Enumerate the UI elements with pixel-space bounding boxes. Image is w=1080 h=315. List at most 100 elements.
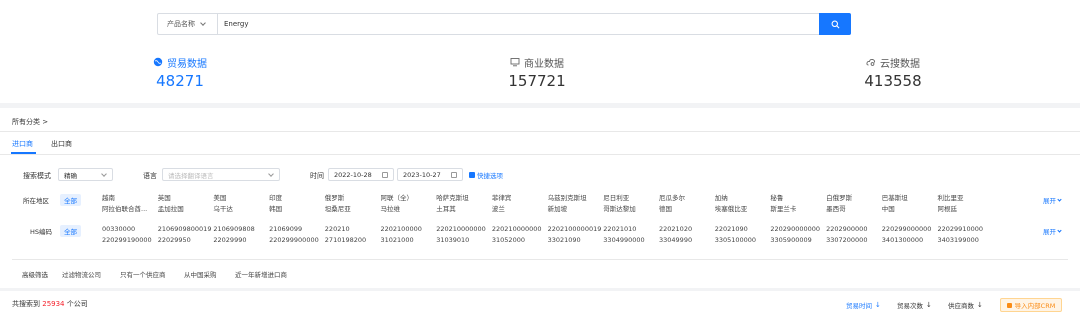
hs-item-line: 220299900000 <box>269 236 319 244</box>
region-item[interactable]: 俄罗斯 坦桑尼亚 <box>325 193 351 215</box>
region-item-line: 中国 <box>881 205 895 213</box>
hs-item-line: 22021020 <box>659 225 693 233</box>
region-item-line: 厄瓜多尔 <box>659 194 685 202</box>
region-item-line: 菲律宾 <box>491 194 512 202</box>
hs-item-line: 33021090 <box>547 236 581 244</box>
region-item-line: 马拉维 <box>380 205 401 213</box>
region-item-line: 孟加拉国 <box>157 205 184 213</box>
divider <box>12 259 1068 260</box>
stat-cloud-search-data[interactable]: 云搜数据 413558 <box>813 54 973 91</box>
search-button[interactable] <box>819 13 851 35</box>
chevron-down-icon <box>101 171 107 177</box>
hs-item[interactable]: 2106909800019 22029950 <box>158 224 212 246</box>
sort-supplier-count[interactable]: 供应商数 ↓ <box>948 300 983 310</box>
import-crm-button[interactable]: 导入内部CRM <box>1000 298 1062 312</box>
region-expand-button[interactable]: 展开 <box>1043 195 1062 205</box>
region-item[interactable]: 白俄罗斯 墨西哥 <box>826 193 852 215</box>
tab-importers[interactable]: 进口商 <box>12 139 33 149</box>
hs-item[interactable]: 220210000000 31039010 <box>436 224 486 246</box>
search-mode-label: 搜索模式 <box>23 172 51 180</box>
hs-item[interactable]: 2202900000 3307200000 <box>826 224 867 246</box>
hs-item-line: 220210000000 <box>436 225 486 233</box>
advanced-filter-label: 高级筛选 <box>22 271 48 279</box>
region-item[interactable]: 阿联（全） 马拉维 <box>381 193 414 215</box>
sort-label: 供应商数 <box>948 302 974 310</box>
region-item-line: 阿联（全） <box>380 194 414 202</box>
region-item-line: 乌兹别克斯坦 <box>547 194 587 202</box>
region-item-line: 斯里兰卡 <box>770 205 797 213</box>
search-field-select[interactable]: 产品名称 <box>158 14 218 34</box>
hs-item[interactable]: 22021020 33049990 <box>659 224 692 246</box>
region-item[interactable]: 厄瓜多尔 德国 <box>659 193 685 215</box>
region-item-line: 加纳 <box>714 194 728 202</box>
search-mode-select[interactable]: 精确 <box>58 168 113 181</box>
monitor-icon <box>510 58 520 67</box>
region-item[interactable]: 越南 阿拉伯联合酋... <box>102 193 147 215</box>
hs-item[interactable]: 22021090 3305100000 <box>715 224 756 246</box>
hs-item-line: 22029910000 <box>937 225 984 233</box>
hs-item-line: 31039010 <box>436 236 470 244</box>
sort-trade-time[interactable]: 贸易时间 ↓ <box>846 300 881 310</box>
region-item-line: 德国 <box>659 205 672 213</box>
hs-item-line: 22029950 <box>157 236 191 244</box>
date-to-input[interactable]: 2023-10-27 <box>397 168 463 181</box>
hs-item[interactable]: 22021010 3304990000 <box>603 224 644 246</box>
hs-item[interactable]: 220210000000 31052000 <box>492 224 542 246</box>
stat-business-data[interactable]: 商业数据 157721 <box>457 54 617 90</box>
region-item[interactable]: 印度 韩国 <box>269 193 282 215</box>
region-item[interactable]: 美国 乌干达 <box>213 193 233 215</box>
divider <box>0 131 1080 132</box>
filter-logistics[interactable]: 过滤物流公司 <box>62 269 101 279</box>
language-select[interactable]: 请选择翻译语言 <box>162 168 280 181</box>
filter-from-china[interactable]: 从中国采购 <box>184 269 217 279</box>
hs-item[interactable]: 21069099 220299900000 <box>269 224 319 246</box>
region-item-line: 巴基斯坦 <box>881 194 908 202</box>
region-item[interactable]: 菲律宾 波兰 <box>492 193 512 215</box>
hs-item[interactable]: 2202100000 31021000 <box>381 224 422 246</box>
expand-label: 展开 <box>1043 228 1056 236</box>
filter-single-supplier[interactable]: 只有一个供应商 <box>120 269 166 279</box>
hs-item-line: 22029990 <box>213 236 247 244</box>
hs-item[interactable]: 220210 2710198200 <box>325 224 366 246</box>
region-item[interactable]: 英国 孟加拉国 <box>158 193 184 215</box>
hs-item-line: 220299190000 <box>102 236 152 244</box>
quick-options-label: 快捷选项 <box>477 172 503 180</box>
region-item-line: 英国 <box>157 194 171 202</box>
category-breadcrumb[interactable]: 所有分类 > <box>12 117 48 127</box>
hs-item[interactable]: 2106909808 22029990 <box>213 224 254 246</box>
hs-item[interactable]: 00330000 220299190000 <box>102 224 152 246</box>
hs-item[interactable]: 220299000000 3401300000 <box>882 224 932 246</box>
category-label: 所有分类 <box>12 118 40 126</box>
region-item[interactable]: 秘鲁 斯里兰卡 <box>770 193 796 215</box>
region-item[interactable]: 加纳 埃塞俄比亚 <box>715 193 748 215</box>
search-input[interactable] <box>220 14 818 34</box>
region-item[interactable]: 乌兹别克斯坦 新加坡 <box>548 193 587 215</box>
hs-item-line: 2106909800019 <box>157 225 212 233</box>
region-all-tag[interactable]: 全部 <box>60 194 81 206</box>
hs-item[interactable]: 220290000000 3305900009 <box>770 224 820 246</box>
region-item-line: 土耳其 <box>436 205 456 213</box>
region-item[interactable]: 哈萨克斯坦 土耳其 <box>436 193 469 215</box>
results-suffix: 个公司 <box>66 300 88 308</box>
tab-exporters[interactable]: 出口商 <box>51 139 72 149</box>
region-item[interactable]: 利比里亚 阿根廷 <box>938 193 964 215</box>
region-item[interactable]: 尼日利亚 哥斯达黎加 <box>603 193 636 215</box>
hs-item[interactable]: 22029910000 3403199000 <box>938 224 984 246</box>
hs-expand-button[interactable]: 展开 <box>1043 226 1062 236</box>
region-item-line: 墨西哥 <box>826 205 846 213</box>
sort-trade-count[interactable]: 贸易次数 ↓ <box>897 300 932 310</box>
language-placeholder: 请选择翻译语言 <box>168 171 214 180</box>
hs-item-line: 2202100000019 <box>547 225 602 233</box>
filter-new-importers[interactable]: 近一年新增进口商 <box>235 269 287 279</box>
date-from-input[interactable]: 2022-10-28 <box>328 168 394 181</box>
hs-item-line: 220210000000 <box>491 225 542 233</box>
quick-options-button[interactable]: 快捷选项 <box>469 170 503 180</box>
hs-item[interactable]: 2202100000019 33021090 <box>548 224 602 246</box>
region-item[interactable]: 巴基斯坦 中国 <box>882 193 908 215</box>
search-field-label: 产品名称 <box>167 20 195 28</box>
hs-item-line: 3403199000 <box>937 236 979 244</box>
date-from-value: 2022-10-28 <box>334 170 372 179</box>
stat-trade-data[interactable]: 贸易数据 48271 <box>100 54 260 90</box>
import-crm-label: 导入内部CRM <box>1014 302 1056 310</box>
hs-all-tag[interactable]: 全部 <box>60 225 81 237</box>
